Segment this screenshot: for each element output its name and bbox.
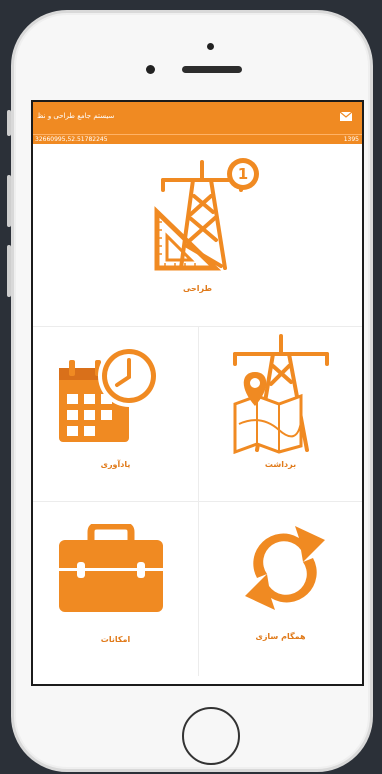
tower-map-icon [233,334,329,454]
reminder-tile[interactable]: یادآوری [33,326,198,501]
volume-down-button[interactable] [7,245,11,297]
harvest-tile[interactable]: برداشت [199,326,362,501]
mute-switch[interactable] [7,110,11,136]
harvest-label: برداشت [264,460,297,469]
facilities-tile[interactable]: امکانات [33,502,198,684]
front-camera [146,65,155,74]
app-bar: سیستم جامع طراحی و نظ [33,102,362,134]
design-badge: 1 [237,165,249,183]
design-tile[interactable]: 1 طراحی [33,144,362,326]
mail-icon[interactable] [340,112,352,121]
sync-tile[interactable]: همگام سازی [199,502,362,684]
location-bar: 32660995,52.51782245 1395 [33,134,362,144]
facilities-label: امکانات [100,635,131,644]
sync-icon [245,526,325,610]
app-title: سیستم جامع طراحی و نظ [37,112,115,120]
sync-label: همگام سازی [255,632,306,641]
design-label: طراحی [182,284,213,293]
toolbox-icon [59,524,163,612]
earpiece-speaker [182,66,242,73]
front-sensor [207,43,214,50]
reminder-label: یادآوری [100,460,131,469]
app-screen: سیستم جامع طراحی و نظ 32660995,52.517822… [31,100,364,686]
calendar-clock-icon [59,345,160,442]
home-button[interactable] [182,707,240,765]
volume-up-button[interactable] [7,175,11,227]
